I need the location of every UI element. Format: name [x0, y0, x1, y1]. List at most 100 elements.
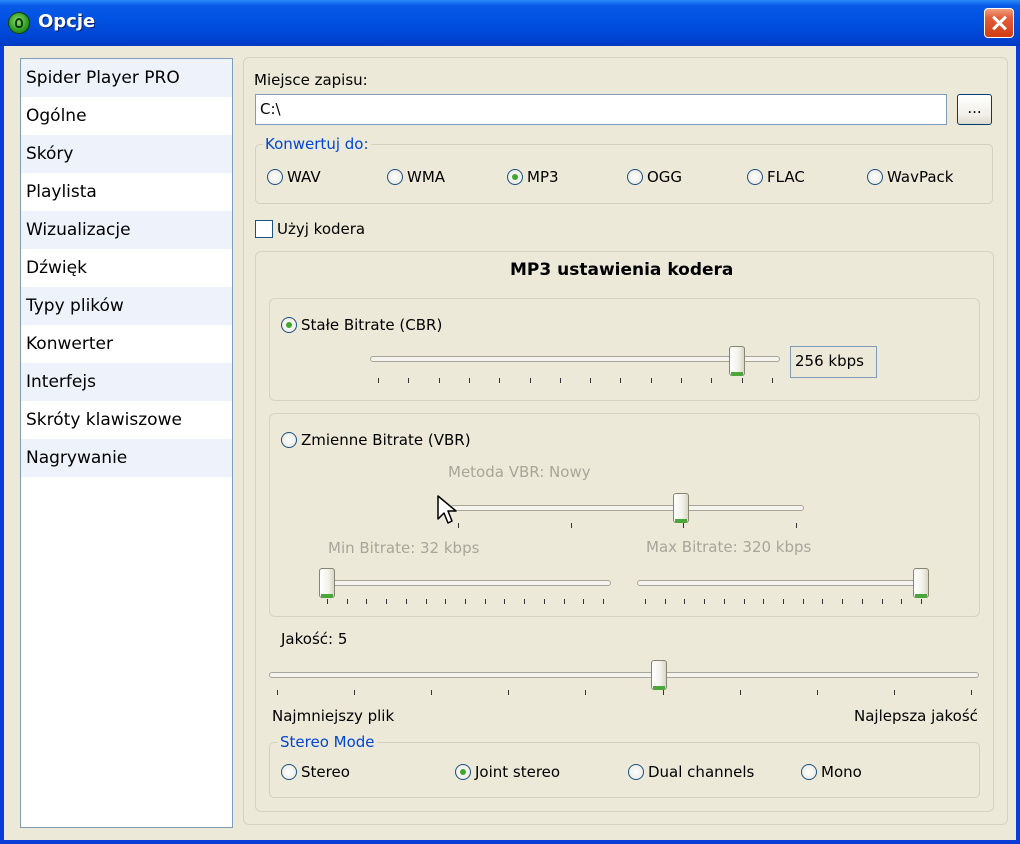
save-location-input[interactable]: C:\: [255, 94, 947, 125]
slider-tick: [802, 599, 804, 604]
sidebar-item-shortcuts[interactable]: Skróty klawiszowe: [21, 401, 232, 439]
radio-dual-channels[interactable]: Dual channels: [628, 763, 754, 781]
slider-tick: [508, 690, 510, 695]
convert-to-legend: Konwertuj do:: [263, 135, 371, 153]
cbr-slider-thumb[interactable]: [728, 346, 745, 376]
radio-format-wavpack[interactable]: WavPack: [867, 168, 953, 186]
slider-tick: [346, 599, 348, 604]
slider-tick: [438, 378, 440, 383]
slider-tick: [971, 690, 972, 695]
radio-format-flac[interactable]: FLAC: [747, 168, 805, 186]
sidebar-item-visualizations[interactable]: Wizualizacje: [21, 211, 232, 249]
quality-max-caption: Najlepsza jakość: [854, 707, 978, 725]
vbr-min-bitrate-label: Min Bitrate: 32 kbps: [328, 539, 480, 557]
vbr-method-slider-track[interactable]: [450, 505, 804, 511]
encoder-settings-title: MP3 ustawienia kodera: [510, 260, 734, 280]
radio-cbr[interactable]: Stałe Bitrate (CBR): [281, 316, 442, 334]
slider-tick: [484, 599, 486, 604]
quality-slider-track[interactable]: [269, 672, 979, 678]
quality-label: Jakość: 5: [281, 630, 348, 648]
slider-tick: [425, 599, 427, 604]
slider-tick: [681, 378, 683, 383]
slider-tick: [842, 599, 844, 604]
sidebar-item-file-types[interactable]: Typy plików: [21, 287, 232, 325]
slider-tick: [529, 378, 531, 383]
converter-panel: Miejsce zapisu: C:\ ... Konwertuj do: WA…: [243, 57, 1008, 825]
slider-tick: [590, 378, 592, 383]
slider-tick: [499, 378, 501, 383]
cbr-slider-track[interactable]: [370, 356, 780, 362]
sidebar-item-playlist[interactable]: Playlista: [21, 173, 232, 211]
slider-tick: [563, 599, 565, 604]
options-window: Opcje Spider Player PRO Ogólne Skóry Pla…: [0, 0, 1020, 844]
slider-tick: [465, 599, 466, 604]
sidebar-item-skins[interactable]: Skóry: [21, 135, 232, 173]
vbr-min-slider-thumb[interactable]: [319, 568, 335, 598]
slider-tick: [684, 599, 686, 604]
slider-tick: [327, 599, 328, 604]
radio-joint-stereo[interactable]: Joint stereo: [455, 763, 560, 781]
slider-tick: [386, 599, 388, 604]
use-encoder-checkbox[interactable]: Użyj kodera: [255, 220, 365, 238]
slider-tick: [822, 599, 824, 604]
slider-tick: [559, 378, 561, 383]
slider-tick: [378, 378, 379, 383]
radio-format-wav[interactable]: WAV: [267, 168, 321, 186]
radio-mono[interactable]: Mono: [801, 763, 862, 781]
quality-min-caption: Najmniejszy plik: [272, 707, 395, 725]
radio-stereo[interactable]: Stereo: [281, 763, 350, 781]
radio-format-wma[interactable]: WMA: [387, 168, 445, 186]
cbr-bitrate-value: 256 kbps: [790, 346, 877, 378]
slider-tick: [354, 690, 356, 695]
sidebar-item-general[interactable]: Ogólne: [21, 97, 232, 135]
slider-tick: [741, 378, 743, 383]
slider-tick: [583, 599, 585, 604]
slider-tick: [408, 378, 410, 383]
slider-tick: [431, 690, 433, 695]
slider-tick: [524, 599, 526, 604]
mouse-pointer-icon: [437, 495, 457, 524]
sidebar-item-recording[interactable]: Nagrywanie: [21, 439, 232, 477]
slider-tick: [723, 599, 725, 604]
slider-tick: [620, 378, 622, 383]
slider-tick: [783, 599, 784, 604]
slider-tick: [650, 378, 652, 383]
sidebar-item-interface[interactable]: Interfejs: [21, 363, 232, 401]
title-bar[interactable]: Opcje: [0, 0, 1020, 46]
quality-slider-thumb[interactable]: [650, 660, 667, 690]
radio-format-ogg[interactable]: OGG: [627, 168, 682, 186]
close-button[interactable]: [984, 8, 1014, 38]
slider-tick: [504, 599, 506, 604]
slider-tick: [543, 599, 545, 604]
vbr-method-label: Metoda VBR: Nowy: [448, 463, 591, 481]
slider-tick: [881, 599, 883, 604]
vbr-max-slider-thumb[interactable]: [913, 568, 929, 598]
slider-tick: [763, 599, 765, 604]
sidebar-item-converter[interactable]: Konwerter: [21, 325, 232, 363]
sidebar-item-sound[interactable]: Dźwięk: [21, 249, 232, 287]
vbr-method-slider-thumb[interactable]: [673, 493, 690, 523]
spider-app-icon: [8, 12, 30, 34]
slider-tick: [445, 599, 447, 604]
slider-tick: [861, 599, 863, 604]
slider-tick: [739, 690, 741, 695]
slider-tick: [468, 378, 470, 383]
slider-tick: [366, 599, 368, 604]
slider-tick: [893, 690, 895, 695]
browse-button[interactable]: ...: [957, 94, 992, 125]
radio-vbr[interactable]: Zmienne Bitrate (VBR): [281, 431, 471, 449]
vbr-max-slider-track[interactable]: [637, 580, 929, 586]
slider-tick: [772, 378, 773, 383]
vbr-min-slider-track[interactable]: [319, 580, 611, 586]
vbr-max-bitrate-label: Max Bitrate: 320 kbps: [646, 538, 812, 556]
slider-tick: [816, 690, 818, 695]
window-title: Opcje: [38, 11, 96, 32]
slider-tick: [585, 690, 587, 695]
slider-tick: [901, 599, 903, 604]
sidebar-item-spider-player-pro[interactable]: Spider Player PRO: [21, 59, 232, 97]
slider-tick: [711, 378, 713, 383]
stereo-mode-legend: Stereo Mode: [278, 733, 377, 751]
slider-tick: [704, 599, 706, 604]
radio-format-mp3[interactable]: MP3: [507, 168, 559, 186]
slider-tick: [277, 690, 278, 695]
